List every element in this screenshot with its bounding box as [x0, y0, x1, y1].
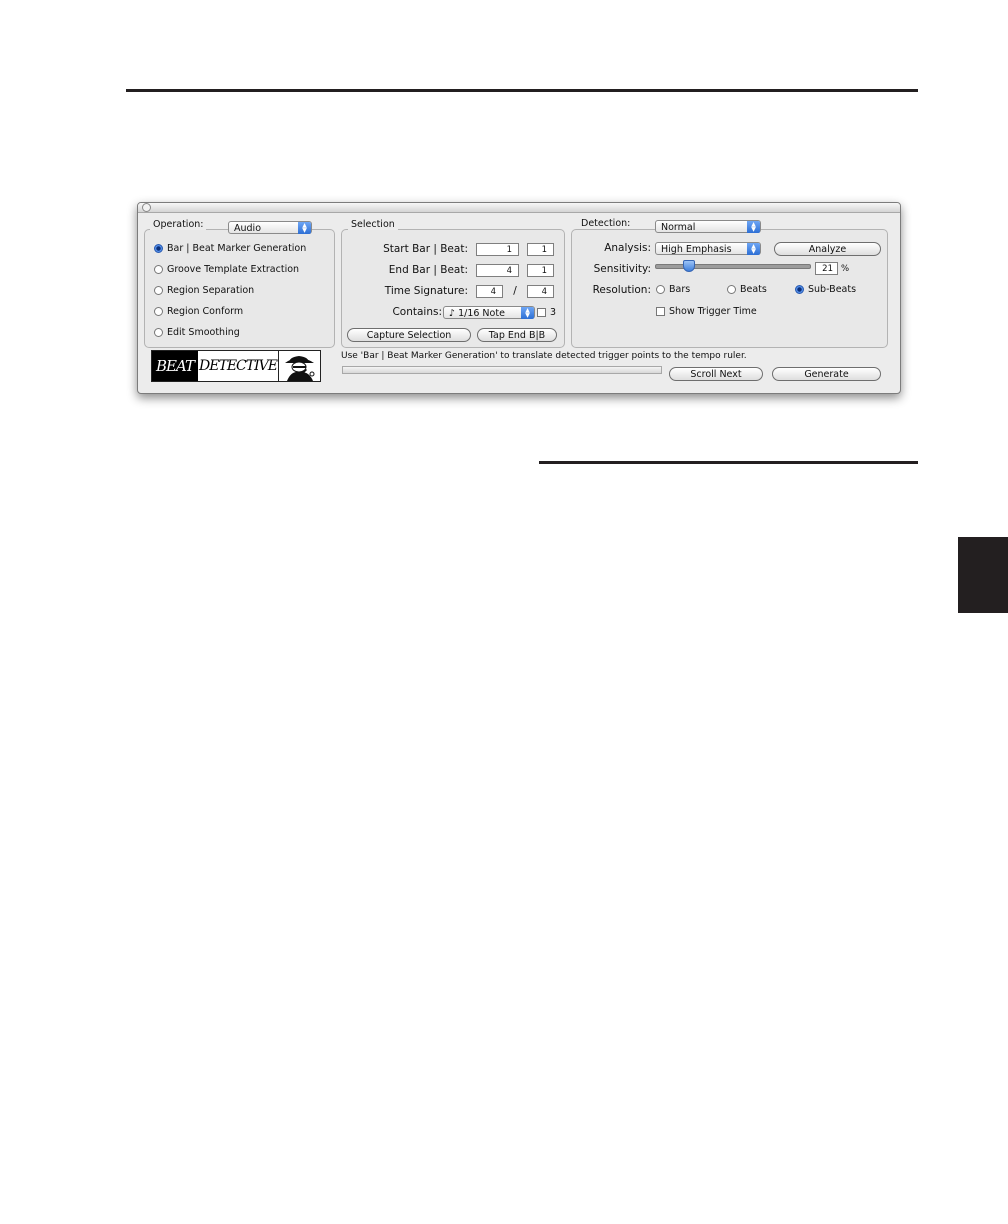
radio-icon: [154, 286, 163, 295]
time-signature-denominator-field[interactable]: 4: [527, 285, 554, 298]
radio-icon: [154, 265, 163, 274]
beat-detective-logo: BEAT DETECTIVE: [151, 350, 321, 382]
close-icon[interactable]: [142, 203, 151, 212]
operation-option[interactable]: Edit Smoothing: [154, 327, 240, 339]
sensitivity-field[interactable]: 21: [815, 262, 838, 275]
operation-label: Operation:: [150, 219, 207, 230]
scroll-next-button[interactable]: Scroll Next: [669, 367, 763, 381]
radio-icon: [154, 328, 163, 337]
resolution-option[interactable]: Bars: [656, 284, 690, 296]
generate-button[interactable]: Generate: [772, 367, 881, 381]
resolution-label: Resolution:: [592, 284, 651, 296]
time-signature-separator: /: [513, 285, 517, 297]
popup-arrows-icon: ▲ ▼: [298, 222, 311, 234]
sensitivity-label: Sensitivity:: [593, 263, 651, 275]
status-message: Use 'Bar | Beat Marker Generation' to tr…: [341, 351, 747, 361]
checkbox-icon: [656, 307, 665, 316]
logo-detective-text: DETECTIVE: [198, 351, 279, 381]
start-bar-beat-label: Start Bar | Beat:: [383, 243, 468, 255]
logo-beat-text: BEAT: [152, 351, 198, 381]
detection-mode-popup[interactable]: Normal ▲ ▼: [655, 220, 761, 233]
operation-popup-value: Audio: [234, 223, 262, 234]
time-signature-label: Time Signature:: [384, 285, 468, 297]
selection-label: Selection: [348, 219, 398, 230]
chapter-side-tab: [958, 537, 1008, 613]
analysis-popup[interactable]: High Emphasis ▲ ▼: [655, 242, 761, 255]
analyze-button[interactable]: Analyze: [774, 242, 881, 256]
end-bar-field[interactable]: 4: [476, 264, 519, 277]
radio-icon: [154, 307, 163, 316]
checkbox-icon: [537, 308, 546, 317]
show-trigger-time-checkbox[interactable]: Show Trigger Time: [656, 306, 757, 318]
contains-popup-value: ♪ 1/16 Note: [449, 308, 505, 319]
operation-popup[interactable]: Audio ▲ ▼: [228, 221, 312, 234]
resolution-option[interactable]: Beats: [727, 284, 767, 296]
start-beat-field[interactable]: 1: [527, 243, 554, 256]
detection-mode-value: Normal: [661, 222, 696, 233]
popup-arrows-icon: ▲ ▼: [747, 221, 760, 233]
progress-bar: [342, 366, 662, 374]
end-beat-field[interactable]: 1: [527, 264, 554, 277]
radio-icon: [656, 285, 665, 294]
operation-option[interactable]: Region Conform: [154, 306, 243, 318]
radio-selected-icon: [795, 285, 804, 294]
triplet-checkbox[interactable]: 3: [537, 307, 556, 319]
sensitivity-unit: %: [841, 264, 850, 274]
beat-detective-window: Operation: Audio ▲ ▼ Bar | Beat Marker Ge…: [137, 202, 901, 394]
page-top-rule: [126, 89, 918, 92]
time-signature-numerator-field[interactable]: 4: [476, 285, 503, 298]
radio-selected-icon: [154, 244, 163, 253]
detection-label: Detection:: [578, 218, 634, 229]
resolution-option[interactable]: Sub-Beats: [795, 284, 856, 296]
contains-popup[interactable]: ♪ 1/16 Note ▲ ▼: [443, 306, 535, 319]
operation-option[interactable]: Region Separation: [154, 285, 254, 297]
radio-icon: [727, 285, 736, 294]
operation-option[interactable]: Bar | Beat Marker Generation: [154, 243, 306, 255]
page-section-rule: [539, 461, 918, 464]
analysis-label: Analysis:: [604, 242, 651, 254]
start-bar-field[interactable]: 1: [476, 243, 519, 256]
popup-arrows-icon: ▲ ▼: [747, 243, 760, 255]
window-titlebar[interactable]: [138, 203, 900, 213]
popup-arrows-icon: ▲ ▼: [521, 307, 534, 319]
end-bar-beat-label: End Bar | Beat:: [388, 264, 468, 276]
sensitivity-slider[interactable]: [655, 260, 811, 272]
operation-option[interactable]: Groove Template Extraction: [154, 264, 299, 276]
tap-end-button[interactable]: Tap End B|B: [477, 328, 557, 342]
contains-label: Contains:: [392, 306, 442, 318]
capture-selection-button[interactable]: Capture Selection: [347, 328, 471, 342]
detective-figure-icon: [279, 351, 320, 381]
analysis-popup-value: High Emphasis: [661, 244, 732, 255]
